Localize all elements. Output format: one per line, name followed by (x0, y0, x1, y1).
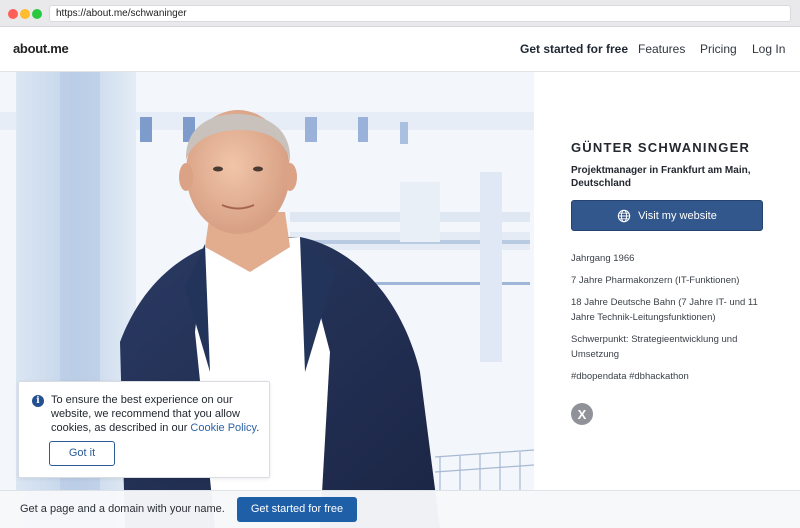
bio-line: Jahrgang 1966 (571, 253, 635, 264)
got-it-button[interactable]: Got it (49, 441, 115, 466)
nav-pricing-link[interactable]: Pricing (700, 42, 737, 56)
close-window-icon[interactable] (8, 9, 18, 19)
globe-icon (617, 209, 631, 222)
cookie-message: To ensure the best experience on our web… (51, 393, 266, 435)
profile-name: GÜNTER SCHWANINGER (571, 140, 751, 155)
about-me-logo[interactable]: about.me (13, 41, 69, 56)
bio-line: 18 Jahre Deutsche Bahn (7 Jahre IT- und … (571, 297, 758, 323)
cookie-policy-link[interactable]: Cookie Policy (190, 422, 256, 434)
x-twitter-icon[interactable]: X (571, 403, 593, 425)
nav-login-link[interactable]: Log In (752, 42, 785, 56)
minimize-window-icon[interactable] (20, 9, 30, 19)
cookie-banner: i To ensure the best experience on our w… (18, 381, 270, 478)
bio-line: Schwerpunkt: Strategieentwicklung und Um… (571, 334, 738, 360)
profile-bio: Jahrgang 1966 7 Jahre Pharmakonzern (IT-… (571, 251, 766, 391)
bio-hashtags: #dbopendata #dbhackathon (571, 371, 689, 382)
bottom-promo-text: Get a page and a domain with your name. (20, 503, 225, 515)
bottom-signup-bar: Get a page and a domain with your name. … (0, 490, 800, 528)
profile-panel: GÜNTER SCHWANINGER Projektmanager in Fra… (571, 140, 766, 425)
bottom-get-started-button[interactable]: Get started for free (237, 497, 357, 522)
nav-features-link[interactable]: Features (638, 42, 685, 56)
visit-website-button[interactable]: Visit my website (571, 200, 763, 231)
maximize-window-icon[interactable] (32, 9, 42, 19)
bio-line: 7 Jahre Pharmakonzern (IT-Funktionen) (571, 275, 740, 286)
profile-headline: Projektmanager in Frankfurt am Main, Deu… (571, 165, 751, 189)
nav-get-started-link[interactable]: Get started for free (520, 42, 628, 56)
address-bar[interactable]: https://about.me/schwaninger (49, 5, 791, 22)
top-navigation: about.me Get started for free Features P… (0, 27, 800, 72)
visit-website-label: Visit my website (638, 209, 717, 222)
info-icon: i (32, 395, 44, 407)
browser-chrome: https://about.me/schwaninger (0, 0, 800, 27)
cookie-message-suffix: . (256, 422, 260, 434)
